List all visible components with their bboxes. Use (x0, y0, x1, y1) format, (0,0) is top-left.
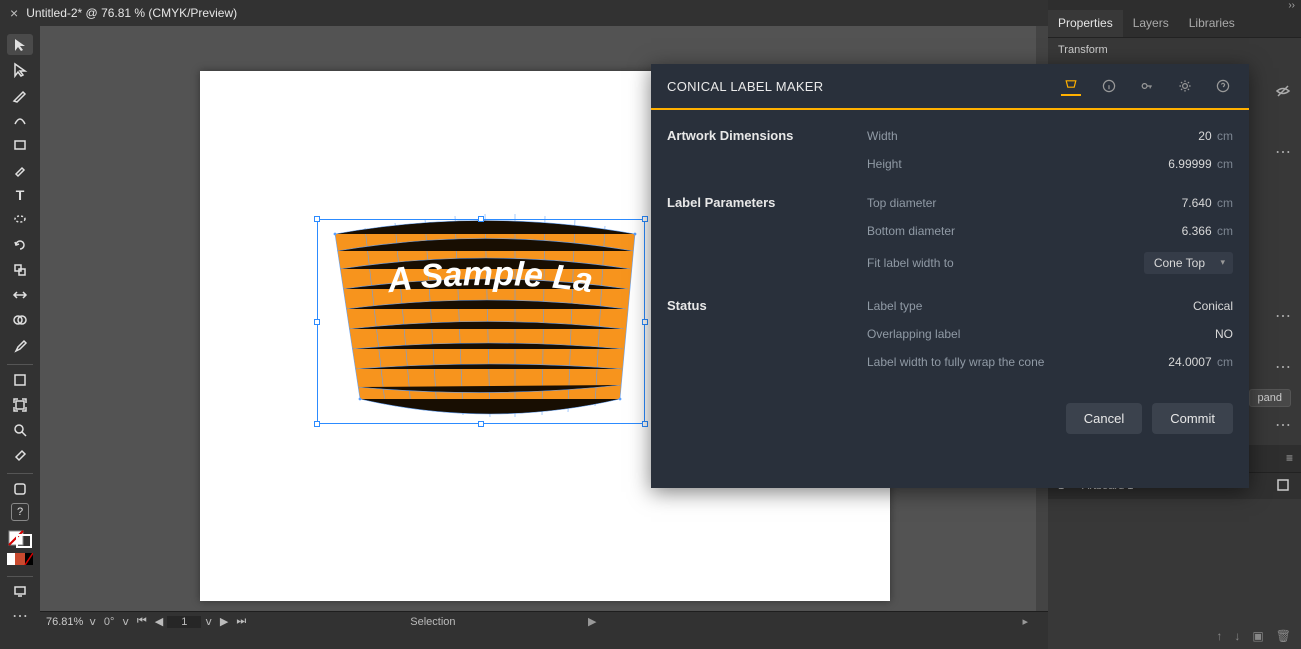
rotation-dropdown-icon[interactable]: ⅴ (118, 615, 133, 628)
play-icon[interactable]: ▶ (588, 615, 596, 628)
close-tab-icon[interactable]: × (10, 5, 18, 21)
status-bar: 76.81% ⅴ 0° ⅴ ⏮ ◀ 1 ⅴ ▶ ⏭ Selection ▶ ▸ (40, 611, 1048, 631)
layers-tab[interactable]: Layers (1123, 10, 1179, 37)
commit-button[interactable]: Commit (1152, 403, 1233, 434)
transform-section-label: Transform (1048, 38, 1301, 62)
label-tab-icon[interactable] (1061, 76, 1081, 96)
gear-icon[interactable] (1175, 76, 1195, 96)
tool-separator (7, 473, 33, 474)
eraser-tool[interactable] (7, 444, 33, 465)
overlapping-label: Overlapping label (867, 327, 1047, 341)
nav-dropdown-icon[interactable]: ⅴ (201, 615, 216, 628)
rotation-display[interactable]: 0° (100, 616, 119, 628)
height-label: Height (867, 157, 1047, 171)
eye-icon[interactable] (1265, 78, 1301, 104)
cancel-button[interactable]: Cancel (1066, 403, 1142, 434)
bottom-diameter-value[interactable]: 6.366 (1182, 224, 1212, 238)
artwork-dimensions-heading: Artwork Dimensions (667, 128, 867, 143)
screen-mode-tool[interactable] (7, 581, 33, 602)
bottom-diameter-label: Bottom diameter (867, 224, 1047, 238)
panel-menu-icon[interactable]: ›› (1288, 0, 1295, 11)
nav-prev-icon[interactable]: ◀ (151, 615, 167, 628)
status-heading: Status (667, 298, 867, 313)
move-up-icon[interactable]: ↑ (1216, 629, 1222, 643)
collapsed-panel-strip (1265, 78, 1301, 98)
artboard-page-input[interactable]: 1 (167, 616, 201, 628)
width-unit: cm (1217, 129, 1233, 143)
selection-mode-label: Selection (410, 616, 455, 628)
nav-next-icon[interactable]: ▶ (216, 615, 232, 628)
tool-separator (7, 576, 33, 577)
hand-tool[interactable] (7, 478, 33, 499)
height-value: 6.99999 (1168, 157, 1211, 171)
selection-tool[interactable] (7, 34, 33, 55)
width-value: 20 (1198, 129, 1211, 143)
zoom-dropdown-icon[interactable]: ⅴ (85, 615, 100, 628)
fill-stroke-swatch[interactable] (7, 529, 33, 549)
curvature-tool[interactable] (7, 109, 33, 130)
label-parameters-heading: Label Parameters (667, 195, 867, 210)
width-label: Width (867, 129, 1047, 143)
info-icon[interactable] (1099, 76, 1119, 96)
move-down-icon[interactable]: ↓ (1234, 629, 1240, 643)
top-diameter-value[interactable]: 7.640 (1182, 196, 1212, 210)
dialog-title: CONICAL LABEL MAKER (667, 79, 823, 94)
conical-label-maker-dialog: CONICAL LABEL MAKER Artwork Dimensions W… (651, 64, 1249, 488)
fullwrap-value: 24.0007 (1168, 355, 1211, 369)
scroll-left-arrow-icon[interactable]: ▸ (1022, 615, 1028, 628)
artboard-options-icon[interactable] (1275, 477, 1291, 496)
delete-icon[interactable]: 🗑 (1276, 629, 1291, 643)
libraries-tab[interactable]: Libraries (1179, 10, 1245, 37)
scale-tool[interactable] (7, 260, 33, 281)
paintbrush-tool[interactable] (7, 159, 33, 180)
rectangle-tool[interactable] (7, 134, 33, 155)
eyedropper-tool[interactable] (7, 335, 33, 356)
overlapping-value: NO (1215, 327, 1233, 341)
new-artboard-icon[interactable]: ▣ (1252, 629, 1263, 643)
edit-toolbar[interactable]: ⋯ (7, 606, 33, 627)
nav-last-icon[interactable]: ⏭ (232, 615, 250, 628)
tool-panel: T ? ⋯ (0, 26, 40, 631)
properties-tab[interactable]: Properties (1048, 10, 1123, 37)
lasso-tool[interactable] (7, 210, 33, 231)
top-diameter-label: Top diameter (867, 196, 1047, 210)
height-unit: cm (1217, 157, 1233, 171)
type-tool[interactable]: T (7, 184, 33, 205)
fit-width-label: Fit label width to (867, 256, 1047, 270)
panel-menu-icon[interactable]: ≡ (1286, 451, 1293, 465)
gradient-tool[interactable] (7, 369, 33, 390)
label-type-value: Conical (1193, 299, 1233, 313)
nav-first-icon[interactable]: ⏮ (133, 615, 151, 628)
color-mode-swatch[interactable] (7, 553, 33, 572)
artboard-tool[interactable] (7, 394, 33, 415)
tool-separator (7, 364, 33, 365)
help-icon[interactable] (1213, 76, 1233, 96)
document-tab[interactable]: Untitled-2* @ 76.81 % (CMYK/Preview) (26, 6, 237, 20)
label-type-label: Label type (867, 299, 1047, 313)
key-icon[interactable] (1137, 76, 1157, 96)
pen-tool[interactable] (7, 84, 33, 105)
shape-builder-tool[interactable] (7, 310, 33, 331)
expand-button[interactable]: pand (1249, 389, 1291, 407)
fullwrap-label: Label width to fully wrap the cone (867, 355, 1107, 369)
fit-width-select[interactable]: Cone Top (1144, 252, 1233, 274)
zoom-level[interactable]: 76.81% (46, 616, 83, 628)
selection-bounding-box[interactable] (317, 219, 645, 424)
direct-selection-tool[interactable] (7, 59, 33, 80)
width-tool[interactable] (7, 285, 33, 306)
help-tool[interactable]: ? (11, 503, 29, 520)
zoom-tool[interactable] (7, 419, 33, 440)
rotate-tool[interactable] (7, 235, 33, 256)
